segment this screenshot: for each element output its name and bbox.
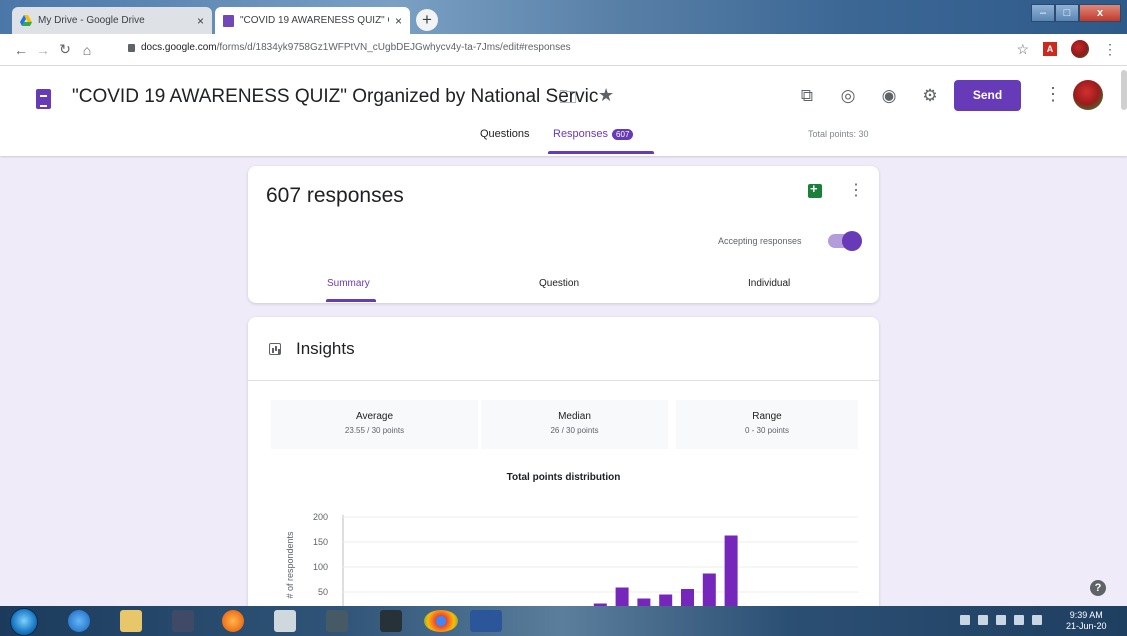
forward-arrow-icon[interactable]: → bbox=[32, 42, 54, 58]
close-tab-icon[interactable]: × bbox=[395, 14, 402, 28]
points-distribution-chart: 200 150 100 50 # of respondents bbox=[285, 512, 858, 606]
clock-date: 21-Jun-20 bbox=[1066, 621, 1107, 631]
app-icon[interactable] bbox=[326, 610, 348, 632]
tray-icon[interactable] bbox=[996, 615, 1006, 625]
insights-card: Insights Average 23.55 / 30 points Media… bbox=[248, 317, 879, 617]
lock-icon bbox=[128, 43, 135, 52]
bookmark-star-icon[interactable]: ☆ bbox=[1016, 41, 1029, 58]
close-window-icon[interactable]: x bbox=[1079, 4, 1121, 22]
url-field[interactable]: docs.google.com/forms/d/1834yk9758Gz1WFP… bbox=[128, 42, 571, 53]
chart-bar bbox=[659, 594, 673, 606]
star-icon[interactable]: ★ bbox=[598, 85, 614, 106]
send-button[interactable]: Send bbox=[954, 80, 1021, 111]
google-forms-icon bbox=[223, 14, 234, 27]
chart-bar bbox=[724, 535, 738, 606]
accepting-responses-toggle[interactable] bbox=[828, 231, 862, 251]
system-tray bbox=[960, 615, 1042, 625]
word-icon[interactable] bbox=[470, 610, 502, 632]
responses-more-icon[interactable]: ⋮ bbox=[848, 180, 864, 200]
file-explorer-icon[interactable] bbox=[120, 610, 142, 632]
y-tick-label: 50 bbox=[318, 587, 328, 597]
volume-icon[interactable] bbox=[1032, 615, 1042, 625]
responses-card: 607 responses ⋮ Accepting responses Summ… bbox=[248, 166, 879, 303]
browser-tab-forms[interactable]: "COVID 19 AWARENESS QUIZ" C × bbox=[215, 7, 410, 34]
forms-header: "COVID 19 AWARENESS QUIZ" Organized by N… bbox=[0, 66, 1127, 156]
chart-bar bbox=[637, 598, 651, 606]
form-title[interactable]: "COVID 19 AWARENESS QUIZ" Organized by N… bbox=[72, 86, 598, 108]
url-host: docs.google.com bbox=[141, 42, 217, 53]
subtab-question[interactable]: Question bbox=[539, 278, 579, 289]
window-controls: – □ x bbox=[1031, 4, 1121, 22]
settings-gear-icon[interactable]: ⚙ bbox=[919, 86, 941, 106]
url-path: /forms/d/1834yk9758Gz1WFPtVN_cUgbDEJGwhy… bbox=[216, 42, 571, 53]
browser-tab-title: My Drive - Google Drive bbox=[38, 15, 145, 26]
windows-start-icon[interactable] bbox=[10, 608, 38, 636]
header-tools: ⧉ ◎ ◉ ⚙ bbox=[796, 86, 941, 106]
y-axis-label: # of respondents bbox=[285, 531, 295, 599]
page-scrollbar[interactable] bbox=[1121, 70, 1127, 110]
network-icon[interactable] bbox=[1014, 615, 1024, 625]
chart-bar bbox=[702, 573, 716, 606]
pdf-extension-icon[interactable]: A bbox=[1043, 42, 1057, 56]
back-arrow-icon[interactable]: ← bbox=[10, 42, 32, 58]
internet-explorer-icon[interactable] bbox=[68, 610, 90, 632]
app-icon[interactable] bbox=[380, 610, 402, 632]
addons-puzzle-icon[interactable]: ⧉ bbox=[796, 86, 818, 106]
windows-taskbar: 9:39 AM 21-Jun-20 bbox=[0, 606, 1127, 636]
total-points: Total points: 30 bbox=[808, 129, 869, 139]
y-tick-label: 150 bbox=[313, 537, 328, 547]
subtab-individual[interactable]: Individual bbox=[748, 278, 790, 289]
palette-icon[interactable]: ◎ bbox=[837, 86, 859, 106]
subtab-summary[interactable]: Summary bbox=[327, 278, 370, 289]
media-player-icon[interactable] bbox=[172, 610, 194, 632]
help-icon[interactable]: ? bbox=[1090, 580, 1106, 596]
chrome-menu-icon[interactable]: ⋮ bbox=[1103, 41, 1117, 58]
google-sheets-icon[interactable] bbox=[808, 181, 822, 198]
browser-tab-drive[interactable]: My Drive - Google Drive × bbox=[12, 7, 212, 34]
new-tab-button[interactable]: + bbox=[416, 9, 438, 31]
move-to-folder-icon[interactable]: 🗀 bbox=[559, 85, 577, 115]
forms-logo-icon[interactable] bbox=[36, 89, 51, 109]
responses-count-badge: 607 bbox=[612, 128, 634, 140]
tab-questions[interactable]: Questions bbox=[480, 128, 530, 140]
tab-responses-label: Responses bbox=[553, 128, 609, 140]
reload-icon[interactable]: ↻ bbox=[54, 41, 76, 58]
app-icon[interactable] bbox=[274, 610, 296, 632]
more-options-icon[interactable]: ⋮ bbox=[1044, 84, 1062, 105]
browser-tab-strip: My Drive - Google Drive × "COVID 19 AWAR… bbox=[0, 0, 1127, 34]
account-avatar[interactable] bbox=[1073, 80, 1103, 110]
tab-responses[interactable]: Responses 607 bbox=[553, 128, 634, 140]
tray-icon[interactable] bbox=[960, 615, 970, 625]
preview-eye-icon[interactable]: ◉ bbox=[878, 86, 900, 106]
chart-bar bbox=[615, 587, 629, 606]
minimize-icon[interactable]: – bbox=[1031, 4, 1055, 22]
address-bar: ← → ↻ ⌂ docs.google.com/forms/d/1834yk97… bbox=[0, 34, 1127, 66]
browser-tab-title: "COVID 19 AWARENESS QUIZ" C bbox=[240, 15, 389, 26]
browser-toolbar-right: ☆ A ⋮ bbox=[1016, 40, 1117, 58]
taskbar-clock[interactable]: 9:39 AM 21-Jun-20 bbox=[1066, 610, 1107, 632]
chart-bar bbox=[681, 589, 694, 606]
tray-icon[interactable] bbox=[978, 615, 988, 625]
close-tab-icon[interactable]: × bbox=[197, 14, 204, 28]
clock-time: 9:39 AM bbox=[1069, 610, 1103, 620]
y-tick-label: 200 bbox=[313, 512, 328, 522]
active-subtab-indicator bbox=[326, 299, 376, 302]
active-tab-indicator bbox=[548, 151, 654, 154]
chrome-icon[interactable] bbox=[424, 610, 458, 632]
responses-count: 607 responses bbox=[266, 184, 404, 207]
firefox-icon[interactable] bbox=[222, 610, 244, 632]
home-icon[interactable]: ⌂ bbox=[76, 42, 98, 58]
google-drive-icon bbox=[20, 15, 32, 26]
maximize-icon[interactable]: □ bbox=[1055, 4, 1079, 22]
accepting-responses-label: Accepting responses bbox=[718, 236, 802, 246]
profile-avatar-icon[interactable] bbox=[1071, 40, 1089, 58]
y-tick-label: 100 bbox=[313, 562, 328, 572]
